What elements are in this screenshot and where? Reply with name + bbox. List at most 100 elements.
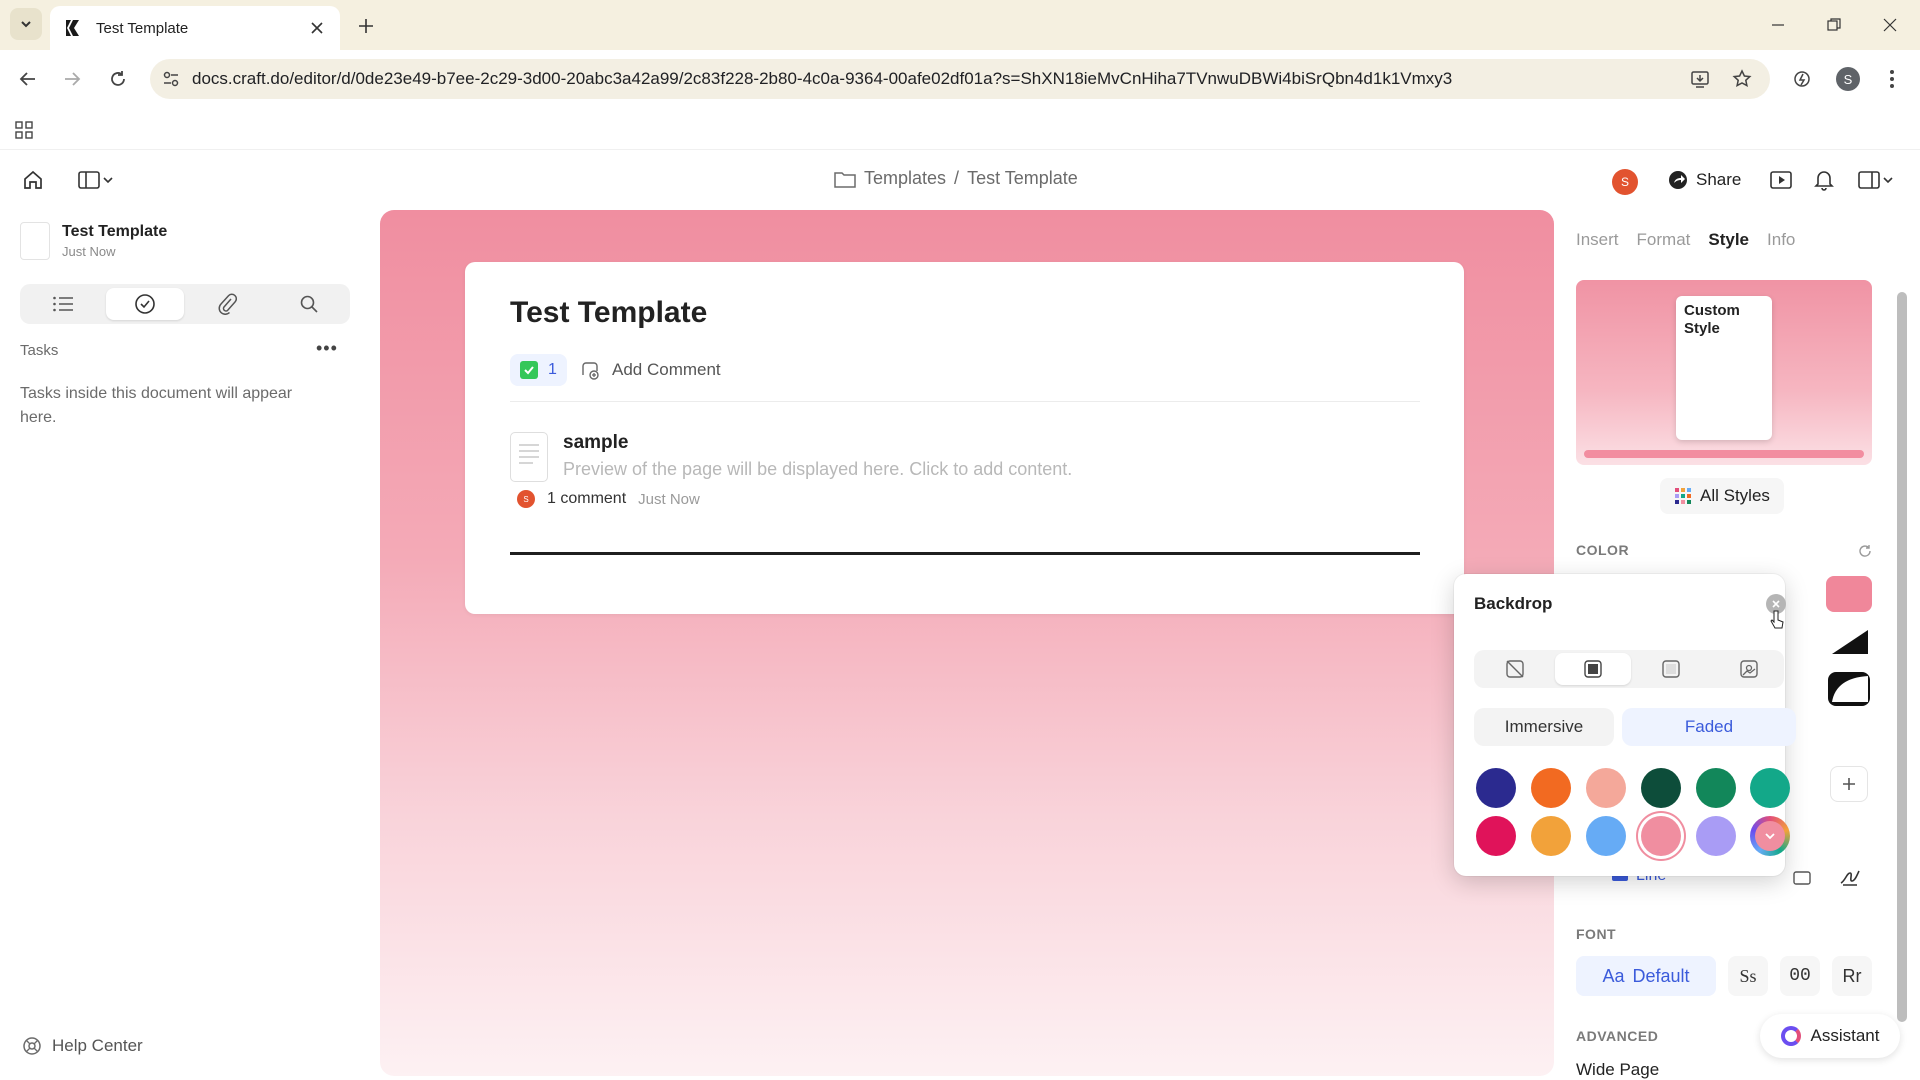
backdrop-gradient-option[interactable] bbox=[1633, 653, 1709, 685]
browser-tab[interactable]: Test Template bbox=[50, 6, 340, 50]
tab-tasks[interactable] bbox=[106, 288, 184, 320]
custom-color-picker[interactable] bbox=[1750, 816, 1790, 856]
plus-icon bbox=[1843, 778, 1855, 790]
faded-mode-button[interactable]: Faded bbox=[1622, 708, 1796, 746]
backdrop-color-option[interactable] bbox=[1555, 653, 1631, 685]
restore-button[interactable] bbox=[1814, 8, 1854, 42]
add-color-button[interactable] bbox=[1830, 766, 1868, 802]
add-comment-button[interactable]: Add Comment bbox=[580, 354, 721, 386]
subpage-title[interactable]: sample bbox=[563, 432, 628, 454]
extensions-icon[interactable] bbox=[1786, 63, 1818, 95]
tasks-heading: Tasks bbox=[20, 342, 59, 359]
subpage-preview[interactable]: Preview of the page will be displayed he… bbox=[563, 459, 1072, 480]
document-heading[interactable]: Test Template bbox=[510, 296, 707, 330]
font-serif-button[interactable]: Ss bbox=[1728, 956, 1768, 996]
color-swatch-crimson[interactable] bbox=[1476, 816, 1516, 856]
document-title[interactable]: Test Template bbox=[62, 223, 167, 241]
color-swatch-peach[interactable] bbox=[1586, 768, 1626, 808]
site-info-icon[interactable] bbox=[162, 70, 180, 88]
assistant-label: Assistant bbox=[1810, 1026, 1880, 1045]
back-button[interactable] bbox=[12, 63, 44, 95]
home-icon[interactable] bbox=[20, 168, 46, 192]
backdrop-popover: Backdrop Immersive Faded bbox=[1454, 574, 1796, 876]
all-styles-button[interactable]: All Styles bbox=[1660, 478, 1784, 514]
tab-style[interactable]: Style bbox=[1708, 230, 1749, 250]
close-window-button[interactable] bbox=[1870, 8, 1910, 42]
browser-menu-icon[interactable] bbox=[1876, 63, 1908, 95]
color-swatch-amber[interactable] bbox=[1531, 816, 1571, 856]
tab-search[interactable] bbox=[270, 288, 348, 320]
breadcrumb-folder[interactable]: Templates bbox=[864, 168, 946, 189]
collaborator-avatar[interactable]: S bbox=[1612, 169, 1638, 195]
color-swatch-orange[interactable] bbox=[1531, 768, 1571, 808]
forward-button[interactable] bbox=[56, 63, 88, 95]
all-styles-label: All Styles bbox=[1700, 486, 1770, 505]
document-thumbnail[interactable] bbox=[20, 222, 50, 260]
reload-button[interactable] bbox=[102, 63, 134, 95]
new-tab-button[interactable] bbox=[352, 12, 380, 40]
browser-toolbar: docs.craft.do/editor/d/0de23e49-b7ee-2c2… bbox=[0, 50, 1920, 108]
tasks-counter-pill[interactable]: 1 bbox=[510, 354, 567, 386]
tab-attachments[interactable] bbox=[188, 288, 266, 320]
color-swatch-lavender[interactable] bbox=[1696, 816, 1736, 856]
share-label: Share bbox=[1696, 170, 1742, 189]
notifications-bell-icon[interactable] bbox=[1812, 168, 1836, 192]
image-texture-icon[interactable] bbox=[1790, 866, 1814, 890]
bookmark-star-icon[interactable] bbox=[1726, 63, 1758, 95]
backdrop-none-option[interactable] bbox=[1477, 653, 1553, 685]
panel-scrollbar[interactable] bbox=[1897, 292, 1907, 1022]
present-icon[interactable] bbox=[1768, 168, 1794, 192]
install-app-icon[interactable] bbox=[1684, 63, 1716, 95]
document-page[interactable]: Test Template 1 Add Comment sample Previ… bbox=[465, 262, 1464, 614]
font-section-heading: FONT bbox=[1576, 926, 1617, 942]
folder-icon bbox=[834, 171, 856, 188]
subpage-comment-row[interactable]: S 1 comment Just Now bbox=[517, 490, 700, 508]
close-tab-icon[interactable] bbox=[306, 17, 328, 39]
color-swatch-indigo[interactable] bbox=[1476, 768, 1516, 808]
share-button[interactable]: Share bbox=[1656, 162, 1753, 198]
help-icon bbox=[23, 1037, 41, 1055]
styles-grid-icon bbox=[1675, 488, 1691, 504]
color-swatch-green[interactable] bbox=[1696, 768, 1736, 808]
url-text: docs.craft.do/editor/d/0de23e49-b7ee-2c2… bbox=[192, 69, 1453, 88]
profile-button[interactable]: S bbox=[1832, 63, 1864, 95]
tab-search-button[interactable] bbox=[10, 8, 42, 40]
sidebar-segmented-control bbox=[20, 284, 350, 324]
tab-insert[interactable]: Insert bbox=[1576, 230, 1619, 250]
address-bar[interactable]: docs.craft.do/editor/d/0de23e49-b7ee-2c2… bbox=[150, 59, 1770, 99]
tab-format[interactable]: Format bbox=[1637, 230, 1691, 250]
font-rounded-button[interactable]: Rr bbox=[1832, 956, 1872, 996]
color-swatch-teal[interactable] bbox=[1750, 768, 1790, 808]
signature-icon[interactable] bbox=[1838, 864, 1862, 888]
help-center-link[interactable]: Help Center bbox=[22, 1036, 143, 1056]
right-panel-toggle-button[interactable] bbox=[1852, 168, 1900, 192]
contrast-mixed-swatch[interactable] bbox=[1826, 670, 1872, 708]
apps-grid-icon[interactable] bbox=[12, 118, 36, 142]
assistant-button[interactable]: Assistant bbox=[1760, 1014, 1900, 1058]
backdrop-image-option[interactable] bbox=[1711, 653, 1787, 685]
arrow-left-icon bbox=[19, 72, 35, 86]
horizontal-rule[interactable] bbox=[510, 552, 1420, 555]
craft-favicon-icon bbox=[62, 17, 84, 39]
style-preview-thumbnail[interactable]: Custom Style bbox=[1576, 280, 1872, 465]
color-swatch-dark-green[interactable] bbox=[1641, 768, 1681, 808]
contrast-dark-swatch[interactable] bbox=[1826, 624, 1872, 660]
font-default-button[interactable]: Aa Default bbox=[1576, 956, 1716, 996]
tab-outline[interactable] bbox=[24, 288, 102, 320]
close-icon bbox=[1883, 18, 1897, 32]
accent-color-swatch[interactable] bbox=[1826, 576, 1872, 612]
font-mono-button[interactable]: 00 bbox=[1780, 956, 1820, 996]
wide-page-label[interactable]: Wide Page bbox=[1576, 1060, 1659, 1080]
tab-info[interactable]: Info bbox=[1767, 230, 1795, 250]
help-center-label: Help Center bbox=[52, 1036, 143, 1055]
immersive-mode-button[interactable]: Immersive bbox=[1474, 708, 1614, 746]
color-swatch-pink-selected[interactable] bbox=[1641, 816, 1681, 856]
subpage-icon[interactable] bbox=[510, 432, 548, 482]
breadcrumb: Templates / Test Template bbox=[834, 168, 1078, 189]
reset-icon[interactable] bbox=[1856, 542, 1874, 560]
minimize-button[interactable] bbox=[1758, 8, 1798, 42]
profile-avatar: S bbox=[1836, 67, 1860, 91]
color-swatch-sky-blue[interactable] bbox=[1586, 816, 1626, 856]
tasks-more-icon[interactable]: ••• bbox=[316, 338, 338, 359]
sidebar-toggle-button[interactable] bbox=[72, 168, 120, 192]
